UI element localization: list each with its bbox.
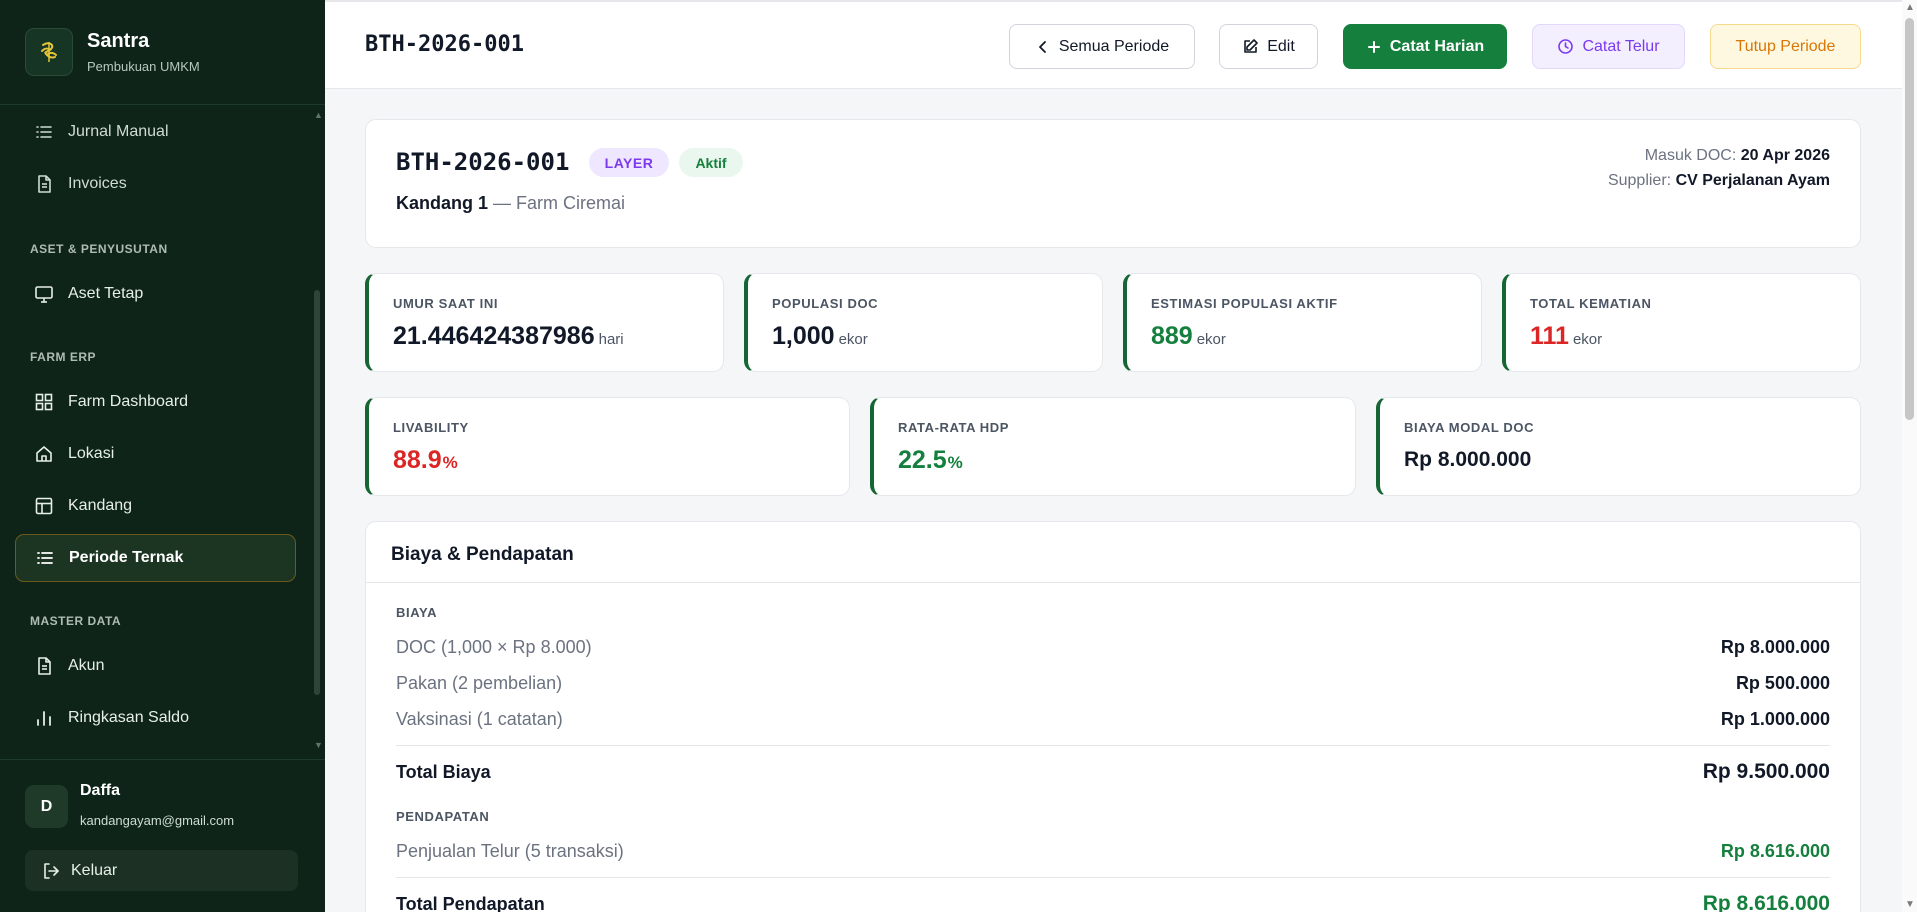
sidebar-scrollbar[interactable]: ▲ ▼ xyxy=(314,110,323,750)
stat-hdp: RATA-RATA HDP 22.5% xyxy=(870,397,1356,496)
sidebar-item-label: Ringkasan Saldo xyxy=(68,709,189,726)
close-period-button[interactable]: Tutup Periode xyxy=(1710,24,1861,69)
status-badge: Aktif xyxy=(679,148,743,177)
cost-row: Vaksinasi (1 catatan) Rp 1.000.000 xyxy=(396,709,1830,729)
layout-icon xyxy=(35,497,53,515)
bar-chart-icon xyxy=(37,711,51,726)
revenue-row: Penjualan Telur (5 transaksi) Rp 8.616.0… xyxy=(396,841,1830,861)
sidebar-nav: Jurnal Manual Invoices ASET & PENYUSUTAN… xyxy=(0,106,325,758)
home-icon xyxy=(36,446,52,462)
kandang-info: Kandang 1 — Farm Ciremai xyxy=(396,193,625,214)
logout-button[interactable]: Keluar xyxy=(25,850,298,891)
sidebar-item-label: Invoices xyxy=(68,175,127,192)
brand[interactable]: Santra Pembukuan UMKM xyxy=(0,0,325,105)
finance-card: Biaya & Pendapatan BIAYA DOC (1,000 × Rp… xyxy=(365,521,1861,912)
farm-name: — Farm Ciremai xyxy=(493,193,626,213)
scroll-up-icon[interactable]: ▲ xyxy=(314,110,323,120)
user-email: kandangayam@gmail.com xyxy=(80,813,235,828)
sidebar-item-label: Kandang xyxy=(68,497,133,514)
sidebar-item-jurnal-manual[interactable]: Jurnal Manual xyxy=(15,108,296,156)
batch-info-card: BTH-2026-001 LAYER Aktif Kandang 1 — Far… xyxy=(365,119,1861,248)
avatar: D xyxy=(25,785,68,828)
sidebar-item-kandang[interactable]: Kandang xyxy=(15,482,296,530)
stat-population-doc: POPULASI DOC 1,000 ekor xyxy=(744,273,1103,372)
list-icon xyxy=(37,552,53,564)
sidebar-item-label: Lokasi xyxy=(68,445,115,462)
total-revenue-row: Total Pendapatan Rp 8.616.000 xyxy=(396,877,1830,912)
sidebar-item-farm-dashboard[interactable]: Farm Dashboard xyxy=(15,378,296,426)
brand-logo-icon xyxy=(25,28,73,76)
kandang-name: Kandang 1 xyxy=(396,193,489,213)
logout-icon xyxy=(44,862,59,879)
supplier: Supplier: CV Perjalanan Ayam xyxy=(1607,172,1830,189)
stat-doc-cost: BIAYA MODAL DOC Rp 8.000.000 xyxy=(1376,397,1861,496)
sidebar-item-label: Periode Ternak xyxy=(69,549,184,566)
edit-button[interactable]: Edit xyxy=(1219,24,1318,69)
list-icon xyxy=(36,126,52,138)
sidebar-item-ringkasan-saldo[interactable]: Ringkasan Saldo xyxy=(15,694,296,742)
section-farm-erp: FARM ERP xyxy=(30,350,97,364)
egg-record-button[interactable]: Catat Telur xyxy=(1532,24,1685,69)
sidebar-item-invoices[interactable]: Invoices xyxy=(15,160,296,208)
sidebar: Santra Pembukuan UMKM Jurnal Manual Invo… xyxy=(0,0,325,912)
sidebar-item-label: Jurnal Manual xyxy=(68,123,169,140)
logout-label: Keluar xyxy=(71,861,118,879)
page-scrollbar[interactable]: ▲ ▼ xyxy=(1902,0,1917,912)
scroll-up-icon[interactable]: ▲ xyxy=(1905,2,1915,13)
sidebar-item-label: Aset Tetap xyxy=(68,285,144,302)
page-title: BTH-2026-001 xyxy=(365,32,524,57)
batch-code: BTH-2026-001 xyxy=(396,148,570,176)
user-name: Daffa xyxy=(80,782,121,799)
brand-subtitle: Pembukuan UMKM xyxy=(87,59,200,74)
stat-livability: LIVABILITY 88.9% xyxy=(365,397,850,496)
user-panel: D Daffa kandangayam@gmail.com Keluar xyxy=(0,759,325,912)
costs-section-label: BIAYA xyxy=(396,605,438,620)
sidebar-item-label: Farm Dashboard xyxy=(68,393,189,410)
grid-icon xyxy=(35,393,53,411)
stat-population-active: ESTIMASI POPULASI AKTIF 889 ekor xyxy=(1123,273,1482,372)
total-cost-row: Total Biaya Rp 9.500.000 xyxy=(396,745,1830,783)
sidebar-item-aset-tetap[interactable]: Aset Tetap xyxy=(15,270,296,318)
edit-icon xyxy=(1244,39,1259,53)
document-icon xyxy=(38,175,51,193)
document-icon xyxy=(38,657,51,675)
section-aset: ASET & PENYUSUTAN xyxy=(30,242,168,256)
plus-icon xyxy=(1367,40,1380,53)
main-content: BTH-2026-001 LAYER Aktif Kandang 1 — Far… xyxy=(325,90,1902,912)
clock-icon xyxy=(1558,39,1574,54)
doc-date: Masuk DOC: 20 Apr 2026 xyxy=(1644,147,1830,164)
stat-mortality: TOTAL KEMATIAN 111 ekor xyxy=(1502,273,1861,372)
sidebar-item-lokasi[interactable]: Lokasi xyxy=(15,430,296,478)
daily-record-button[interactable]: Catat Harian xyxy=(1343,24,1507,69)
sidebar-item-label: Akun xyxy=(68,657,105,674)
finance-title: Biaya & Pendapatan xyxy=(391,544,574,565)
page-scroll-thumb[interactable] xyxy=(1905,18,1914,420)
revenue-section-label: PENDAPATAN xyxy=(396,809,490,824)
top-header: BTH-2026-001 Semua Periode Edit Catat Ha… xyxy=(325,0,1902,89)
cost-row: DOC (1,000 × Rp 8.000) Rp 8.000.000 xyxy=(396,637,1830,657)
stat-age: UMUR SAAT INI 21.446424387986 hari xyxy=(365,273,724,372)
all-periods-button[interactable]: Semua Periode xyxy=(1009,24,1195,69)
type-badge: LAYER xyxy=(589,148,669,177)
cost-row: Pakan (2 pembelian) Rp 500.000 xyxy=(396,673,1830,693)
section-master-data: MASTER DATA xyxy=(30,614,122,628)
sidebar-item-akun[interactable]: Akun xyxy=(15,642,296,690)
monitor-icon xyxy=(35,286,53,303)
chevron-left-icon xyxy=(1038,40,1046,53)
sidebar-scroll-thumb[interactable] xyxy=(314,290,320,695)
sidebar-item-periode-ternak[interactable]: Periode Ternak xyxy=(15,534,296,582)
scroll-down-icon[interactable]: ▼ xyxy=(1905,899,1915,910)
brand-name: Santra xyxy=(87,30,150,52)
scroll-down-icon[interactable]: ▼ xyxy=(314,740,323,750)
